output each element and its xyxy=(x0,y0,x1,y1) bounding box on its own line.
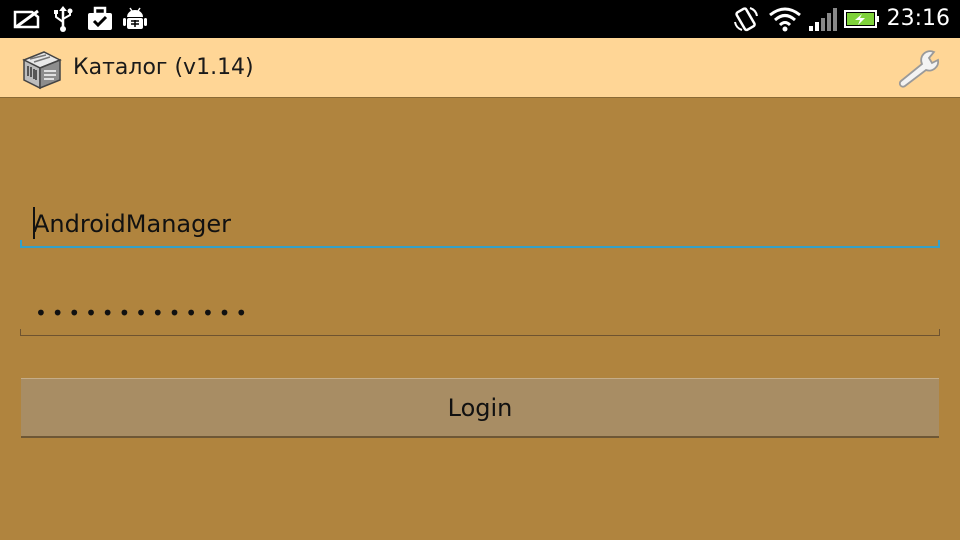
action-bar: Каталог (v1.14) xyxy=(0,38,960,98)
signal-icon xyxy=(808,6,838,32)
battery-charging-icon xyxy=(844,6,880,32)
catalog-app-icon[interactable] xyxy=(20,46,64,90)
password-input-value: ••••••••••••• xyxy=(35,301,253,325)
no-sim-card-icon xyxy=(12,6,42,32)
wifi-icon xyxy=(768,6,802,32)
android-debug-icon xyxy=(122,6,148,32)
status-bar: 23:16 xyxy=(0,0,960,38)
app-title: Каталог (v1.14) xyxy=(73,55,254,80)
usb-icon xyxy=(52,6,74,32)
status-clock: 23:16 xyxy=(886,6,950,31)
password-field[interactable]: ••••••••••••• xyxy=(20,286,940,336)
login-button[interactable]: Login xyxy=(21,378,939,438)
username-input-value: AndroidManager xyxy=(33,210,231,238)
screen-rotation-icon xyxy=(733,6,759,32)
wrench-icon[interactable] xyxy=(896,48,942,88)
username-field[interactable]: AndroidManager xyxy=(20,198,940,248)
briefcase-check-icon xyxy=(86,6,114,32)
text-cursor xyxy=(33,207,35,239)
